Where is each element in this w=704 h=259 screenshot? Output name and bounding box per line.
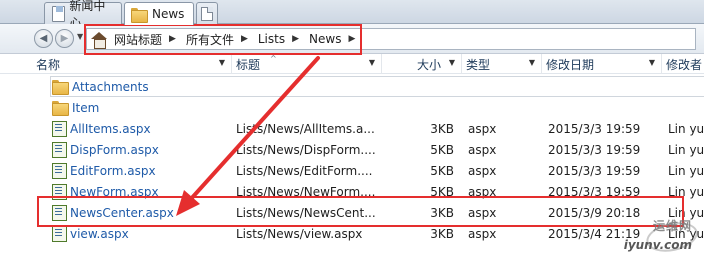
column-header-modified-by[interactable]: 修改者 (662, 54, 704, 74)
watermark-logo: 运维网 iyunv.com (624, 217, 701, 257)
folder-icon (52, 101, 69, 116)
column-header-type[interactable]: 类型 ▼ (462, 54, 542, 74)
chevron-down-icon[interactable]: ▼ (219, 58, 225, 67)
table-row[interactable]: NewForm.aspx Lists/News/NewForm.... 5KB … (0, 181, 704, 202)
chevron-down-icon[interactable]: ▼ (449, 58, 455, 67)
file-size: 5KB (430, 184, 454, 199)
file-title: Lists/News/EditForm.... (236, 163, 373, 178)
file-size: 5KB (430, 163, 454, 178)
file-size: 3KB (430, 121, 454, 136)
address-bar[interactable]: 网站标题 ▶ 所有文件 ▶ Lists ▶ News ▶ (86, 28, 696, 50)
file-date: 2015/3/3 19:59 (548, 121, 641, 136)
file-name[interactable]: DispForm.aspx (70, 143, 159, 157)
file-date: 2015/3/3 19:59 (548, 142, 641, 157)
forward-arrow-icon: ▶ (60, 32, 69, 44)
file-size: 3KB (430, 205, 454, 220)
file-name[interactable]: NewForm.aspx (70, 185, 159, 199)
file-modified-by: Lin yu (668, 142, 704, 157)
file-size: 5KB (430, 142, 454, 157)
file-title: Lists/News/AllItems.a... (236, 121, 375, 136)
column-header-size[interactable]: 大小 ▼ (382, 54, 462, 74)
aspx-file-icon (52, 226, 67, 242)
aspx-file-icon (52, 163, 67, 179)
file-name[interactable]: NewsCenter.aspx (70, 206, 174, 220)
back-button[interactable]: ◀ (34, 29, 53, 48)
column-header-date[interactable]: 修改日期 ▼ (542, 54, 662, 74)
folder-icon (131, 7, 148, 23)
forward-button[interactable]: ▶ (55, 29, 74, 48)
file-title: Lists/News/NewsCent... (236, 205, 376, 220)
chevron-right-icon[interactable]: ▶ (237, 34, 255, 44)
file-size: 3KB (430, 226, 454, 241)
column-header-name[interactable]: 名称 ▼ (32, 54, 232, 74)
table-row[interactable]: view.aspx Lists/News/view.aspx 3KB aspx … (0, 223, 704, 244)
table-row[interactable]: NewsCenter.aspx Lists/News/NewsCent... 3… (0, 202, 704, 223)
breadcrumb-all-files[interactable]: 所有文件 (183, 31, 237, 48)
table-row[interactable]: DispForm.aspx Lists/News/DispForm.... 5K… (0, 139, 704, 160)
navigation-bar: ◀ ▶ ▼ 网站标题 ▶ 所有文件 ▶ Lists ▶ News ▶ (0, 24, 704, 54)
chevron-right-icon[interactable]: ▶ (344, 34, 362, 44)
file-title: Lists/News/view.aspx (236, 226, 363, 241)
file-date: 2015/3/3 19:59 (548, 184, 641, 199)
tab-news[interactable]: News (124, 2, 194, 25)
list-item-folder[interactable]: Attachments (0, 76, 704, 97)
chevron-down-icon[interactable]: ▼ (649, 58, 655, 67)
file-modified-by: Lin yu (668, 121, 704, 136)
breadcrumb-site-title[interactable]: 网站标题 (111, 31, 165, 48)
tab-strip: 新闻中心 News (0, 0, 704, 30)
file-modified-by: Lin yu (668, 163, 704, 178)
tab-label: News (152, 7, 185, 21)
new-tab-button[interactable] (196, 2, 218, 24)
file-modified-by: Lin yu (668, 184, 704, 199)
new-tab-icon (201, 6, 213, 21)
file-title: Lists/News/NewForm.... (236, 184, 376, 199)
tab-news-center[interactable]: 新闻中心 (44, 0, 122, 30)
file-type: aspx (468, 163, 497, 178)
column-header-title[interactable]: 标题 ▼ (232, 54, 382, 74)
recent-pages-dropdown-icon[interactable]: ▼ (77, 32, 83, 41)
folder-name[interactable]: Item (72, 101, 99, 115)
table-row[interactable]: AllItems.aspx Lists/News/AllItems.a... 3… (0, 118, 704, 139)
chevron-down-icon[interactable]: ▼ (369, 58, 375, 67)
chevron-right-icon[interactable]: ▶ (288, 34, 306, 44)
file-name[interactable]: view.aspx (70, 227, 129, 241)
aspx-file-icon (52, 184, 67, 200)
breadcrumb: 网站标题 ▶ 所有文件 ▶ Lists ▶ News ▶ (91, 29, 362, 49)
column-header-row: ^ 名称 ▼ 标题 ▼ 大小 ▼ 类型 ▼ 修改日期 ▼ 修改者 (0, 54, 704, 74)
home-icon[interactable] (91, 31, 107, 49)
aspx-file-icon (52, 205, 67, 221)
aspx-file-icon (52, 142, 67, 158)
table-row[interactable]: EditForm.aspx Lists/News/EditForm.... 5K… (0, 160, 704, 181)
folder-name[interactable]: Attachments (72, 80, 149, 94)
folder-icon (52, 80, 69, 95)
file-type: aspx (468, 226, 497, 241)
file-name[interactable]: AllItems.aspx (70, 122, 151, 136)
watermark-text: 运维网 (652, 219, 692, 233)
file-name[interactable]: EditForm.aspx (70, 164, 156, 178)
file-date: 2015/3/3 19:59 (548, 163, 641, 178)
back-arrow-icon: ◀ (39, 32, 48, 44)
file-type: aspx (468, 121, 497, 136)
file-type: aspx (468, 142, 497, 157)
file-list: Attachments Item AllItems.aspx Lists/New… (0, 76, 704, 244)
breadcrumb-lists[interactable]: Lists (255, 32, 288, 46)
document-icon (51, 6, 66, 22)
chevron-right-icon[interactable]: ▶ (165, 34, 183, 44)
file-type: aspx (468, 205, 497, 220)
aspx-file-icon (52, 121, 67, 137)
file-title: Lists/News/DispForm.... (236, 142, 376, 157)
watermark-url: iyunv.com (623, 238, 692, 252)
file-type: aspx (468, 184, 497, 199)
chevron-down-icon[interactable]: ▼ (529, 58, 535, 67)
breadcrumb-news[interactable]: News (306, 32, 344, 46)
list-item-folder[interactable]: Item (0, 97, 704, 118)
